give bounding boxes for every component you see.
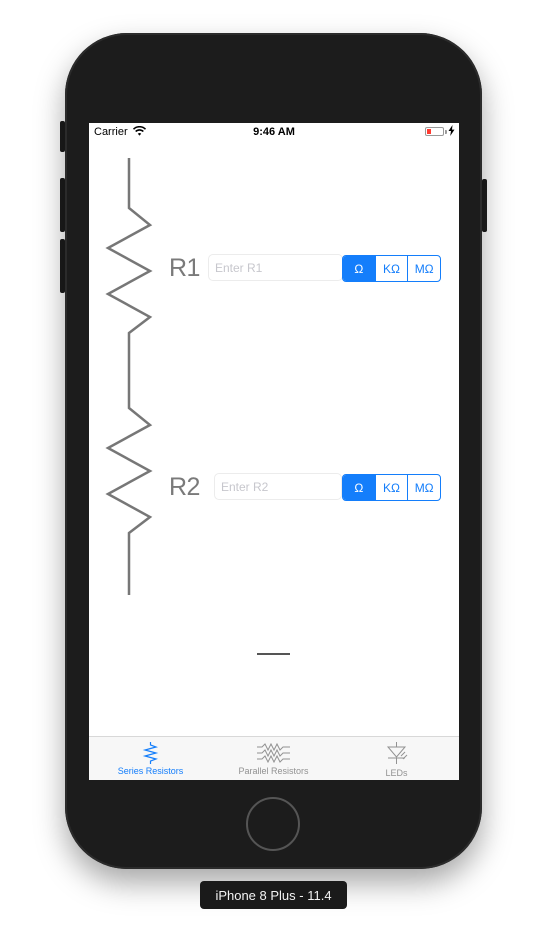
r2-input[interactable] bbox=[214, 473, 342, 500]
charging-bolt-icon bbox=[448, 125, 455, 139]
r1-unit-selector[interactable]: Ω KΩ MΩ bbox=[342, 255, 441, 282]
parallel-resistor-icon bbox=[257, 742, 290, 764]
series-resistor-diagram bbox=[105, 158, 153, 595]
tab-parallel-resistors-label: Parallel Resistors bbox=[238, 766, 309, 776]
r2-unit-ohm[interactable]: Ω bbox=[343, 475, 375, 500]
battery-tip bbox=[445, 130, 447, 134]
r1-unit-kiloohm[interactable]: KΩ bbox=[374, 256, 408, 281]
r2-unit-megaohm[interactable]: MΩ bbox=[407, 475, 440, 500]
tab-series-resistors[interactable]: Series Resistors bbox=[89, 737, 212, 780]
power-button bbox=[482, 179, 487, 232]
total-resistance-placeholder bbox=[257, 653, 290, 655]
r1-unit-ohm[interactable]: Ω bbox=[343, 256, 375, 281]
tab-parallel-resistors[interactable]: Parallel Resistors bbox=[212, 737, 335, 780]
resistor-r1-zigzag bbox=[105, 158, 153, 595]
battery-low-icon bbox=[425, 127, 444, 136]
device-label: iPhone 8 Plus - 11.4 bbox=[200, 881, 347, 909]
r2-label: R2 bbox=[169, 473, 200, 501]
led-icon bbox=[386, 742, 408, 764]
r1-unit-megaohm[interactable]: MΩ bbox=[407, 256, 440, 281]
r2-unit-kiloohm[interactable]: KΩ bbox=[374, 475, 408, 500]
tab-bar: Series Resistors Parallel Resistors LEDs bbox=[89, 736, 459, 780]
series-resistor-icon bbox=[142, 742, 159, 764]
app-screen: Carrier 9:46 AM R1 Ω KΩ MΩ R2 Ω KΩ MΩ bbox=[89, 123, 459, 780]
r1-input[interactable] bbox=[208, 254, 343, 281]
tab-series-resistors-label: Series Resistors bbox=[117, 766, 184, 776]
tab-leds-label: LEDs bbox=[385, 768, 408, 778]
tab-leds[interactable]: LEDs bbox=[335, 737, 458, 780]
home-button[interactable] bbox=[246, 797, 300, 851]
r2-unit-selector[interactable]: Ω KΩ MΩ bbox=[342, 474, 441, 501]
r1-label: R1 bbox=[169, 254, 200, 282]
